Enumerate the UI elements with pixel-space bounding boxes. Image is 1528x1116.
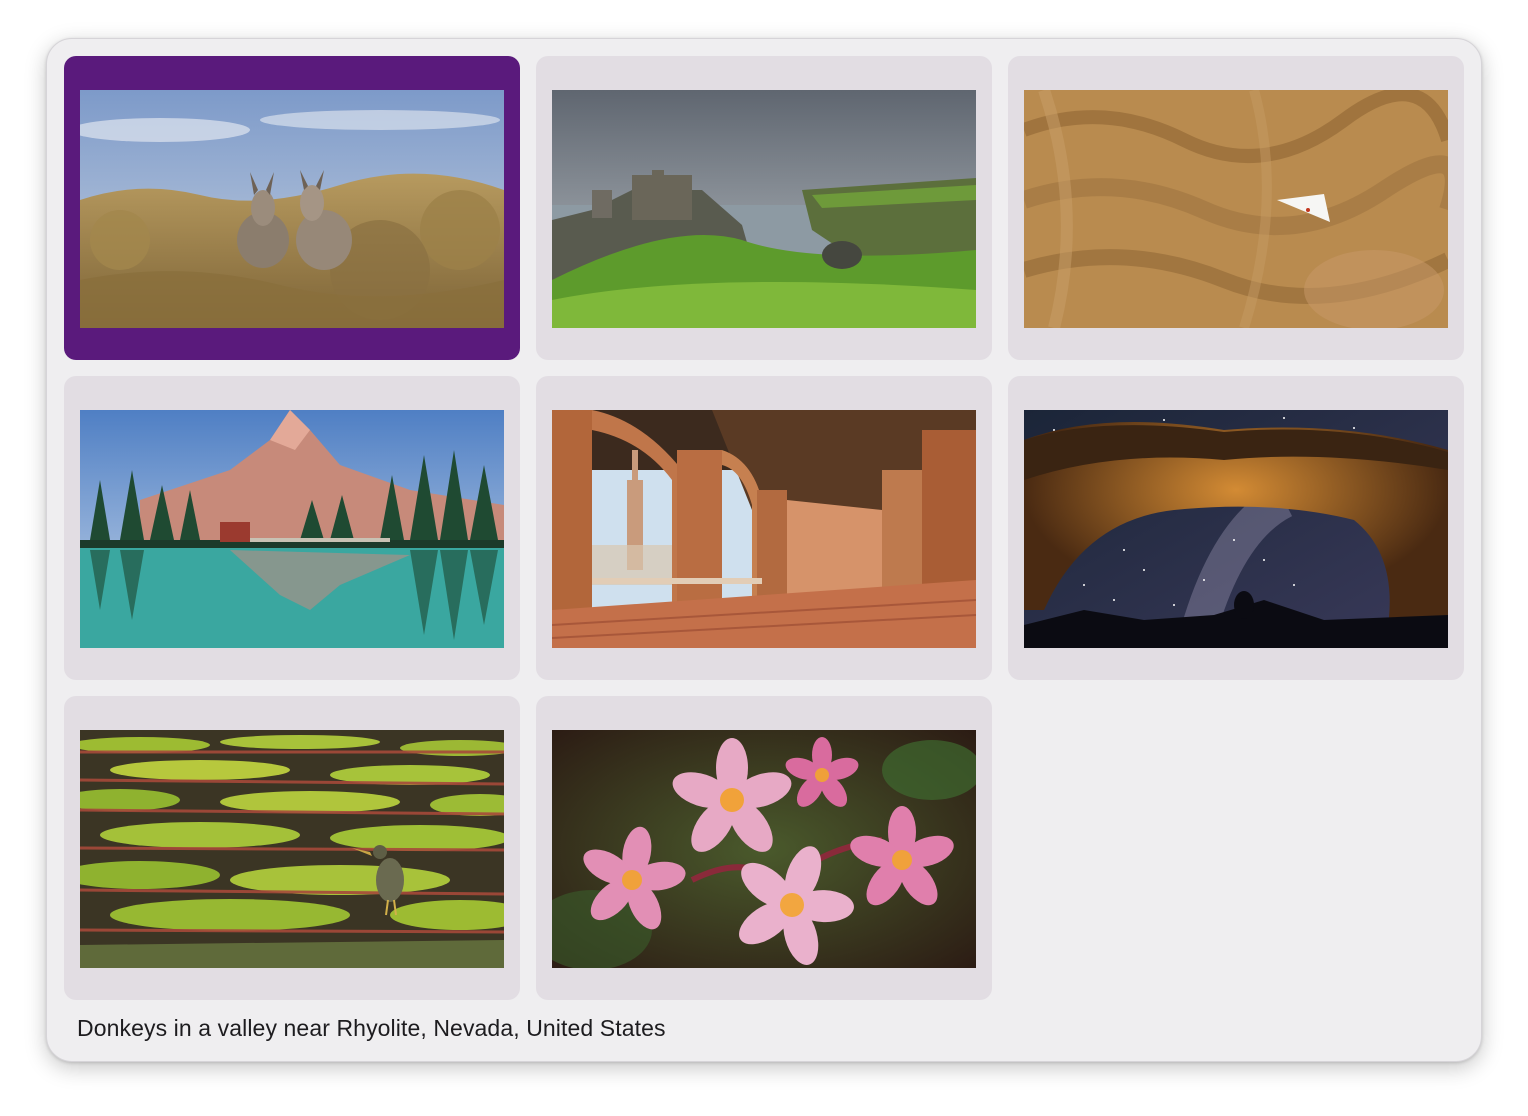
wallpaper-tile-2[interactable] [536,56,992,360]
wallpaper-thumbnail-lily-pads [80,730,504,968]
wallpaper-tile-1[interactable] [64,56,520,360]
wallpaper-tile-4[interactable] [64,376,520,680]
wallpaper-tile-7[interactable] [64,696,520,1000]
wallpaper-thumbnail-donkeys [80,90,504,328]
wallpaper-thumbnail-castle-cliffs [552,90,976,328]
wallpaper-tile-3[interactable] [1008,56,1464,360]
wallpaper-tile-5[interactable] [536,376,992,680]
wallpaper-tile-6[interactable] [1008,376,1464,680]
wallpaper-thumbnail-mountain-lake [80,410,504,648]
wallpaper-caption: Donkeys in a valley near Rhyolite, Nevad… [77,1015,666,1041]
wallpaper-thumbnail-plaza-arcade [552,410,976,648]
wallpaper-thumbnail-plumeria [552,730,976,968]
wallpaper-tile-8[interactable] [536,696,992,1000]
wallpaper-picker-window: Donkeys in a valley near Rhyolite, Nevad… [46,38,1482,1062]
wallpaper-thumbnail-arch-milky-way [1024,410,1448,648]
wallpaper-thumbnail-sand-dunes [1024,90,1448,328]
